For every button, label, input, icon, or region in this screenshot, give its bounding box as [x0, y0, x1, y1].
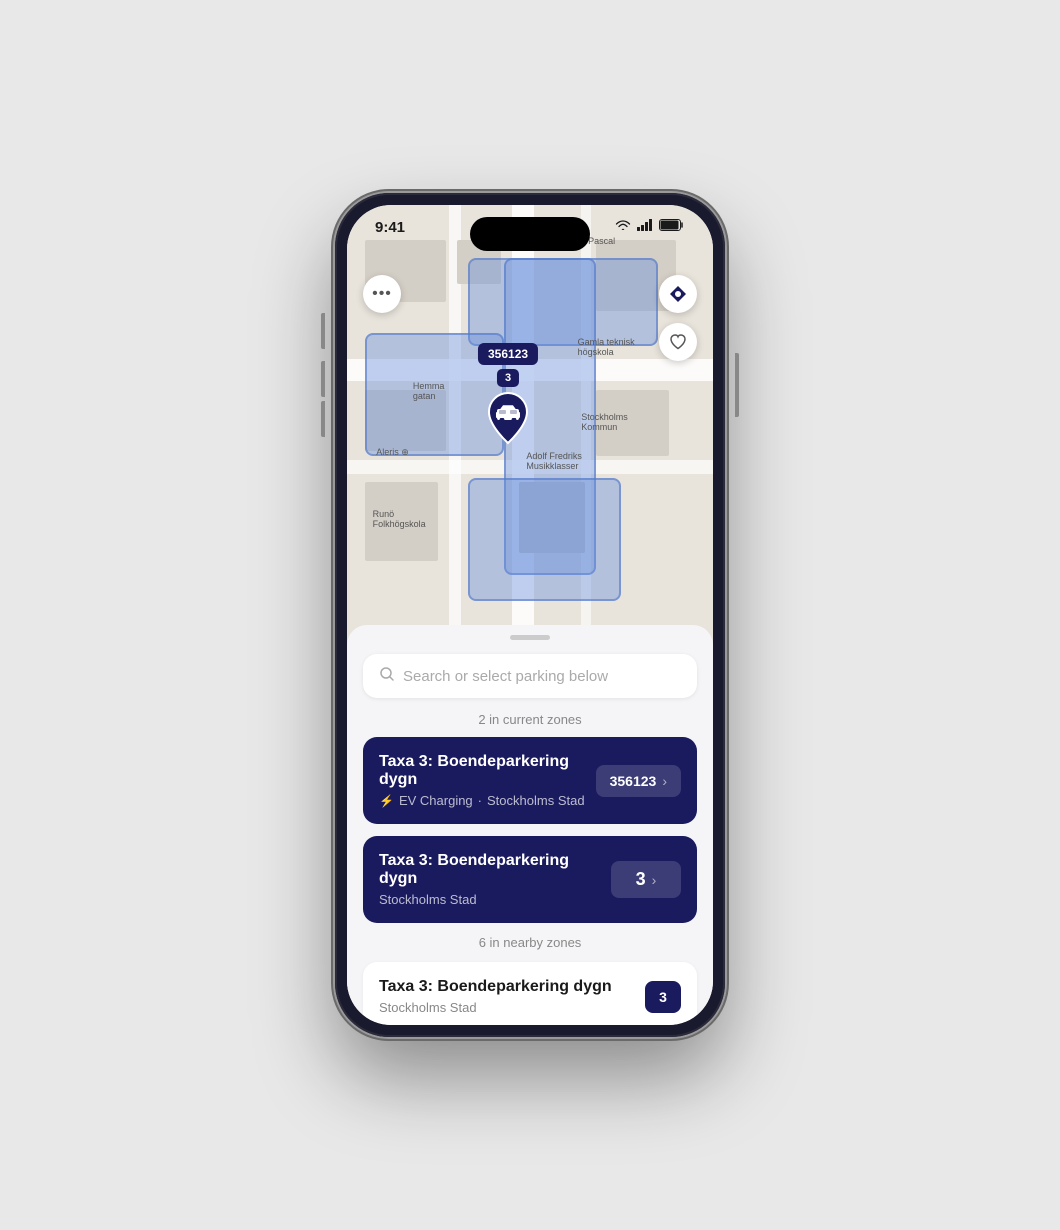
parking-badge-3: 3	[497, 369, 519, 387]
map-label-gamla: Gamla tekniskhögskola	[578, 337, 635, 357]
search-bar[interactable]: Search or select parking below	[363, 654, 697, 698]
parking-card-title-1: Taxa 3: Boendeparkering dygn	[379, 753, 596, 789]
parking-badge-356123: 356123	[478, 343, 538, 365]
badge-number-1: 356123	[610, 773, 657, 789]
parking-card-sub-2: Stockholms Stad	[379, 892, 611, 907]
ev-charging-icon: ⚡	[379, 794, 394, 808]
battery-icon	[659, 219, 685, 234]
map-section: Café Pascal VASASTAN Gamla tekniskhögsko…	[347, 205, 713, 645]
parking-card-nearby-info-1: Taxa 3: Boendeparkering dygn Stockholms …	[379, 978, 645, 1015]
parking-owner-name-1: Stockholms Stad	[487, 793, 585, 808]
chevron-icon-1: ›	[662, 773, 667, 789]
parking-card-info-1: Taxa 3: Boendeparkering dygn ⚡ EV Chargi…	[379, 753, 596, 808]
parking-card-3[interactable]: Taxa 3: Boendeparkering dygn Stockholms …	[363, 836, 697, 923]
chevron-icon-2: ›	[652, 872, 657, 888]
search-icon	[379, 666, 395, 686]
parking-pin	[485, 391, 531, 445]
status-icons	[615, 219, 685, 234]
map-label-runo: RunöFolkhögskola	[373, 509, 426, 529]
map-label-adolf: Adolf FredriksMusikklasser	[526, 451, 582, 471]
parking-owner-1: ·	[478, 793, 482, 808]
location-button[interactable]	[659, 275, 697, 313]
wifi-icon	[615, 219, 631, 234]
dynamic-island	[470, 217, 590, 251]
search-placeholder[interactable]: Search or select parking below	[403, 668, 608, 685]
map-label-aleris: Aleris ⊕	[376, 447, 409, 458]
parking-card-nearby-sub-1: Stockholms Stad	[379, 1000, 645, 1015]
current-zones-label: 2 in current zones	[347, 712, 713, 727]
parking-card-sub-1: ⚡ EV Charging · Stockholms Stad	[379, 793, 596, 808]
parking-card-badge-1: 356123 ›	[596, 765, 681, 797]
signal-icon	[637, 219, 653, 234]
nearby-zones-label: 6 in nearby zones	[347, 935, 713, 950]
map-background: Café Pascal VASASTAN Gamla tekniskhögsko…	[347, 205, 713, 645]
status-time: 9:41	[375, 219, 405, 236]
nearby-badge-number-1: 3	[659, 989, 667, 1005]
map-label-hemma: Hemmagatan	[413, 381, 445, 401]
menu-button[interactable]: •••	[363, 275, 401, 313]
parking-card-nearby-title-1: Taxa 3: Boendeparkering dygn	[379, 978, 645, 996]
map-label-stockholm-kommun: StockholmsKommun	[581, 412, 628, 432]
parking-card-nearby-badge-1: 3	[645, 981, 681, 1013]
parking-card-title-2: Taxa 3: Boendeparkering dygn	[379, 852, 611, 888]
parking-card-356123[interactable]: Taxa 3: Boendeparkering dygn ⚡ EV Chargi…	[363, 737, 697, 824]
parking-card-nearby-1[interactable]: Taxa 3: Boendeparkering dygn Stockholms …	[363, 962, 697, 1025]
ev-charging-label: EV Charging	[399, 793, 473, 808]
favorite-button[interactable]	[659, 323, 697, 361]
bottom-sheet: Search or select parking below 2 in curr…	[347, 625, 713, 1025]
phone-frame: 9:41	[335, 193, 725, 1037]
drag-handle[interactable]	[510, 635, 550, 640]
parking-card-badge-2: 3 ›	[611, 861, 681, 898]
parking-owner-name-2: Stockholms Stad	[379, 892, 477, 907]
phone-screen: 9:41	[347, 205, 713, 1025]
badge-number-2: 3	[636, 869, 646, 890]
parking-card-info-2: Taxa 3: Boendeparkering dygn Stockholms …	[379, 852, 611, 907]
parking-pin-group: 356123 3	[478, 343, 538, 445]
